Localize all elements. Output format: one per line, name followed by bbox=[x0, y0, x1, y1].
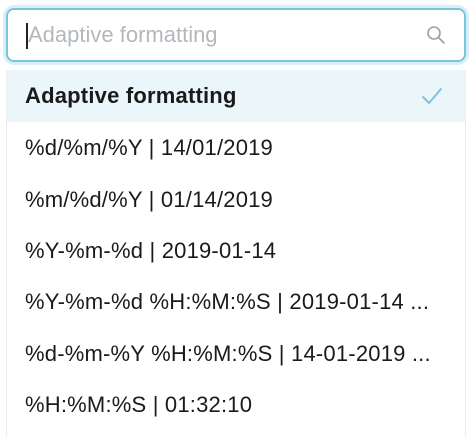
option-hms[interactable]: %H:%M:%S | 01:32:10 bbox=[7, 379, 465, 431]
option-label: %m/%d/%Y | 01/14/2019 bbox=[25, 187, 273, 212]
check-icon bbox=[422, 88, 442, 104]
option-label: %d-%m-%Y %H:%M:%S | 14-01-2019 ... bbox=[25, 341, 431, 366]
option-label: %Y-%m-%d %H:%M:%S | 2019-01-14 ... bbox=[25, 289, 430, 314]
option-adaptive-formatting[interactable]: Adaptive formatting bbox=[7, 70, 465, 122]
option-dmy-slash[interactable]: %d/%m/%Y | 14/01/2019 bbox=[7, 122, 465, 174]
dropdown-menu: Adaptive formatting %d/%m/%Y | 14/01/201… bbox=[6, 70, 466, 437]
option-dmy-hms[interactable]: %d-%m-%Y %H:%M:%S | 14-01-2019 ... bbox=[7, 328, 465, 380]
search-input[interactable] bbox=[24, 16, 413, 54]
date-format-selector: Adaptive formatting %d/%m/%Y | 14/01/201… bbox=[0, 0, 474, 437]
option-label: Adaptive formatting bbox=[25, 83, 237, 108]
text-caret bbox=[26, 23, 28, 49]
search-icon bbox=[427, 26, 445, 44]
search-box[interactable] bbox=[6, 8, 466, 62]
option-label: %Y-%m-%d | 2019-01-14 bbox=[25, 238, 277, 263]
option-ymd-dash[interactable]: %Y-%m-%d | 2019-01-14 bbox=[7, 225, 465, 277]
option-ymd-hms[interactable]: %Y-%m-%d %H:%M:%S | 2019-01-14 ... bbox=[7, 276, 465, 328]
option-label: %H:%M:%S | 01:32:10 bbox=[25, 392, 253, 417]
option-label: %d/%m/%Y | 14/01/2019 bbox=[25, 135, 273, 160]
option-mdy-slash[interactable]: %m/%d/%Y | 01/14/2019 bbox=[7, 174, 465, 226]
